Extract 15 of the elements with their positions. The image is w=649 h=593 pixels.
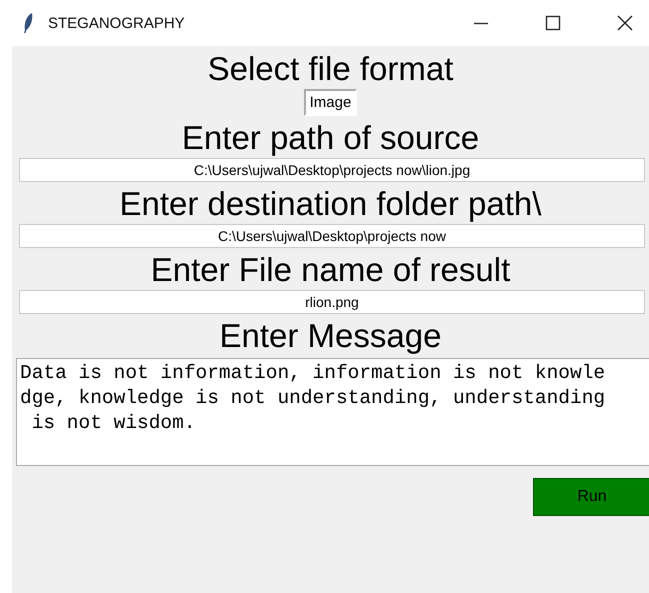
field-label: Select file format <box>208 50 454 88</box>
field-label: Enter Message <box>220 317 442 355</box>
close-icon[interactable] <box>617 15 633 31</box>
input-field[interactable]: rlion.png <box>19 290 645 314</box>
field-label: Enter path of source <box>182 119 480 157</box>
window-title: STEGANOGRAPHY <box>48 14 185 32</box>
feather-icon <box>22 12 34 34</box>
input-field[interactable]: C:\Users\ujwal\Desktop\projects now <box>19 224 645 248</box>
message-field[interactable]: Data is not information, information is not knowle dge, knowledge is not understanding, understanding is not wisdom. <box>16 358 649 466</box>
field-label: Enter destination folder path\ <box>120 185 542 223</box>
run-button[interactable]: Run <box>533 478 649 516</box>
maximize-icon[interactable] <box>545 15 561 31</box>
input-field[interactable]: C:\Users\ujwal\Desktop\projects now\lion.jpg <box>19 158 645 182</box>
field-label: Enter File name of result <box>150 251 510 289</box>
format-dropdown[interactable]: Image <box>304 89 358 116</box>
